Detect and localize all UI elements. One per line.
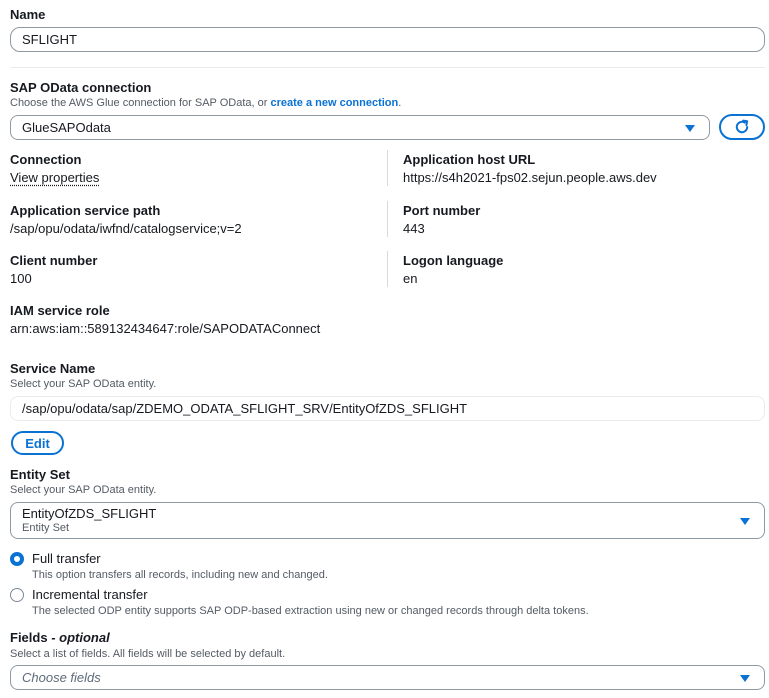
- iam-role-value: arn:aws:iam::589132434647:role/SAPODATAC…: [10, 321, 321, 336]
- fields-label-text: Fields: [10, 630, 48, 645]
- client-number-value: 100: [10, 271, 32, 286]
- entity-set-description: Select your SAP OData entity.: [10, 484, 157, 496]
- view-properties-link[interactable]: View properties: [10, 170, 99, 185]
- name-input[interactable]: SFLIGHT: [10, 27, 765, 52]
- fields-description: Select a list of fields. All fields will…: [10, 648, 286, 660]
- logon-language-value: en: [403, 271, 418, 286]
- refresh-button[interactable]: [719, 114, 765, 140]
- caret-down-icon: [740, 675, 750, 682]
- service-name-description: Select your SAP OData entity.: [10, 378, 157, 390]
- port-number-label: Port number: [403, 203, 481, 218]
- refresh-icon: [735, 119, 749, 134]
- service-name-value: /sap/opu/odata/sap/ZDEMO_ODATA_SFLIGHT_S…: [22, 401, 468, 416]
- logon-language-label: Logon language: [403, 253, 504, 268]
- create-connection-link[interactable]: create a new connection: [270, 97, 398, 109]
- connection-desc-suffix: .: [398, 97, 402, 109]
- full-transfer-label[interactable]: Full transfer: [32, 551, 101, 566]
- client-number-label: Client number: [10, 253, 98, 268]
- entity-set-label: Entity Set: [10, 467, 70, 482]
- full-transfer-radio[interactable]: [10, 552, 24, 566]
- connection-select-value: GlueSAPOdata: [22, 120, 111, 135]
- connection-desc-text: Choose the AWS Glue connection for SAP O…: [10, 97, 271, 109]
- name-label: Name: [10, 7, 46, 22]
- connection-description: Choose the AWS Glue connection for SAP O…: [10, 97, 401, 109]
- connection-detail-label: Connection: [10, 152, 82, 167]
- full-transfer-description: This option transfers all records, inclu…: [32, 569, 328, 581]
- entity-set-value: EntityOfZDS_SFLIGHT: [22, 506, 157, 521]
- caret-down-icon: [685, 125, 695, 132]
- incremental-transfer-label[interactable]: Incremental transfer: [32, 587, 148, 602]
- host-url-value: https://s4h2021-fps02.sejun.people.aws.d…: [403, 170, 657, 185]
- name-input-value: SFLIGHT: [22, 32, 77, 47]
- entity-set-subtext: Entity Set: [22, 522, 70, 534]
- incremental-transfer-radio[interactable]: [10, 588, 24, 602]
- entity-set-select[interactable]: EntityOfZDS_SFLIGHT Entity Set: [10, 502, 765, 539]
- fields-placeholder: Choose fields: [22, 670, 101, 685]
- connection-select[interactable]: GlueSAPOdata: [10, 115, 710, 140]
- connection-label: SAP OData connection: [10, 80, 152, 95]
- fields-optional-text: - optional: [47, 630, 110, 645]
- section-divider: [10, 67, 765, 68]
- details-divider-3: [387, 251, 388, 287]
- incremental-transfer-description: The selected ODP entity supports SAP ODP…: [32, 605, 589, 617]
- service-path-label: Application service path: [10, 203, 161, 218]
- details-divider-2: [387, 201, 388, 237]
- iam-role-label: IAM service role: [10, 303, 110, 318]
- port-number-value: 443: [403, 221, 425, 236]
- details-divider-1: [387, 150, 388, 186]
- caret-down-icon: [740, 518, 750, 525]
- host-url-label: Application host URL: [403, 152, 536, 167]
- fields-label: Fields - optional: [10, 630, 110, 645]
- fields-select[interactable]: Choose fields: [10, 665, 765, 690]
- service-path-value: /sap/opu/odata/iwfnd/catalogservice;v=2: [10, 221, 242, 236]
- edit-button[interactable]: Edit: [11, 431, 64, 455]
- service-name-label: Service Name: [10, 361, 96, 376]
- service-name-input: /sap/opu/odata/sap/ZDEMO_ODATA_SFLIGHT_S…: [10, 396, 765, 421]
